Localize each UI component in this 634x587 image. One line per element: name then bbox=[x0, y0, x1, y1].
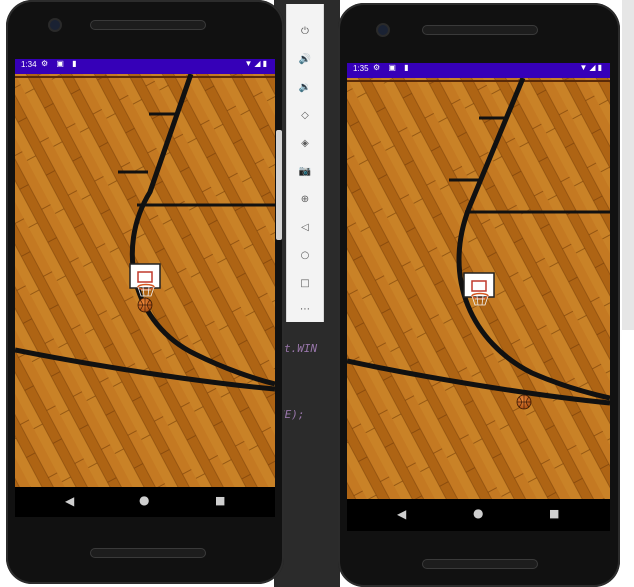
more-icon[interactable]: ⋯ bbox=[297, 302, 313, 318]
front-camera bbox=[378, 25, 388, 35]
earpiece-speaker bbox=[422, 25, 538, 35]
court-graphic bbox=[15, 74, 275, 487]
window-edge-panel bbox=[622, 0, 634, 330]
status-signal-icons: ▼◢▮ bbox=[579, 63, 604, 72]
status-notification-icons: ⚙ ▣ ▮ bbox=[41, 59, 80, 68]
right-nav-bar: ◀ ● ■ bbox=[347, 499, 610, 531]
volume-down-icon[interactable]: 🔉 bbox=[297, 80, 313, 96]
back-icon[interactable]: ◁ bbox=[297, 220, 313, 236]
volume-up-icon[interactable]: 🔊 bbox=[297, 52, 313, 68]
side-button bbox=[276, 130, 282, 240]
earpiece-speaker bbox=[90, 20, 206, 30]
zoom-icon[interactable]: ⊕ bbox=[297, 192, 313, 208]
camera-icon[interactable]: 📷 bbox=[297, 164, 313, 180]
right-court-view[interactable] bbox=[347, 78, 610, 499]
left-status-bar: 1:34 ⚙ ▣ ▮ ▼◢▮ bbox=[15, 59, 275, 74]
status-signal-icons: ▼◢▮ bbox=[244, 59, 269, 68]
status-time: 1:34 bbox=[21, 60, 37, 69]
power-icon[interactable]: ⏻ bbox=[297, 24, 313, 40]
recents-button[interactable]: ■ bbox=[549, 507, 559, 520]
emulator-toolbar: ⏻ 🔊 🔉 ◇ ◈ 📷 ⊕ ◁ ○ □ ⋯ bbox=[286, 4, 324, 322]
status-time: 1:35 bbox=[353, 64, 369, 73]
bottom-speaker bbox=[90, 548, 206, 558]
rotate-right-icon[interactable]: ◈ bbox=[297, 136, 313, 152]
front-camera bbox=[50, 20, 60, 30]
recents-button[interactable]: ■ bbox=[215, 494, 225, 507]
home-button[interactable]: ● bbox=[473, 506, 483, 520]
left-court-view[interactable] bbox=[15, 74, 275, 487]
home-icon[interactable]: ○ bbox=[297, 248, 313, 264]
home-button[interactable]: ● bbox=[139, 493, 149, 507]
bottom-speaker bbox=[422, 559, 538, 569]
basketball bbox=[516, 394, 532, 410]
overview-icon[interactable]: □ bbox=[297, 276, 313, 292]
rotate-left-icon[interactable]: ◇ bbox=[297, 108, 313, 124]
left-nav-bar: ◀ ● ■ bbox=[15, 487, 275, 517]
code-fragment-1: t.WIN bbox=[284, 342, 318, 355]
back-button[interactable]: ◀ bbox=[65, 494, 74, 508]
status-notification-icons: ⚙ ▣ ▮ bbox=[373, 63, 412, 72]
court-graphic bbox=[347, 78, 610, 499]
back-button[interactable]: ◀ bbox=[397, 507, 406, 521]
right-status-bar: 1:35 ⚙ ▣ ▮ ▼◢▮ bbox=[347, 63, 610, 78]
basketball bbox=[137, 297, 153, 313]
